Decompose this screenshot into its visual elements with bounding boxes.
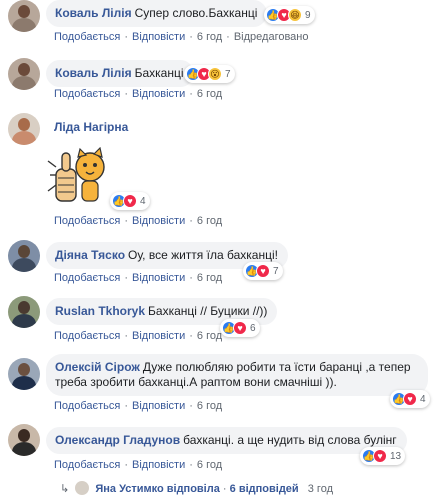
comment-time[interactable]: 6 год bbox=[197, 272, 222, 284]
view-replies[interactable]: ↳ Яна Устимко відповіла · 6 відповідей 3… bbox=[60, 481, 333, 495]
like-link[interactable]: Подобається bbox=[54, 330, 120, 342]
edited-label: Відредаговано bbox=[233, 31, 309, 43]
comment-bubble: Олексій Сірож Дуже полюбляю робити та їст… bbox=[46, 354, 428, 396]
comment-time[interactable]: 6 год bbox=[197, 88, 222, 100]
reactions-summary[interactable]: 👍 ♥ 4 bbox=[110, 192, 150, 210]
comment-author[interactable]: Коваль Лілія bbox=[55, 66, 132, 80]
reactions-summary[interactable]: 👍 ♥ 13 bbox=[360, 447, 406, 465]
reactions-summary[interactable]: 👍 ♥ 6 bbox=[220, 319, 260, 337]
avatar[interactable] bbox=[8, 240, 40, 272]
comment-time[interactable]: 6 год bbox=[197, 215, 222, 227]
thumbs-up-cat-sticker bbox=[47, 147, 105, 202]
reactions-summary[interactable]: 👍 ♥ 7 bbox=[243, 262, 283, 280]
comment-time[interactable]: 6 год bbox=[197, 330, 222, 342]
comment-time[interactable]: 6 год bbox=[197, 400, 222, 412]
like-link[interactable]: Подобається bbox=[54, 272, 120, 284]
love-reaction-icon: ♥ bbox=[403, 392, 417, 406]
reaction-count: 13 bbox=[390, 450, 402, 462]
reply-author-text[interactable]: Яна Устимко відповіла bbox=[95, 483, 220, 495]
avatar[interactable] bbox=[8, 424, 40, 456]
comment-time[interactable]: 6 год bbox=[197, 31, 222, 43]
reply-arrow-icon: ↳ bbox=[60, 483, 70, 495]
reply-count[interactable]: 6 відповідей bbox=[230, 483, 299, 495]
comment-author[interactable]: Діяна Тяско bbox=[55, 248, 125, 262]
reply-link[interactable]: Відповісти bbox=[132, 31, 185, 43]
comment-actions: Подобається · Відповісти · 6 год bbox=[54, 459, 223, 471]
comment-author[interactable]: Коваль Лілія bbox=[55, 6, 132, 20]
like-link[interactable]: Подобається bbox=[54, 88, 120, 100]
comment-author[interactable]: Олексій Сірож bbox=[55, 360, 140, 374]
comment-actions: Подобається · Відповісти · 6 год bbox=[54, 400, 223, 412]
like-link[interactable]: Подобається bbox=[54, 400, 120, 412]
like-link[interactable]: Подобається bbox=[54, 215, 120, 227]
reply-link[interactable]: Відповісти bbox=[132, 88, 185, 100]
avatar[interactable] bbox=[8, 0, 40, 32]
reply-time: 3 год bbox=[307, 483, 333, 495]
comment-actions: Подобається · Відповісти · 6 год bbox=[54, 272, 223, 284]
love-reaction-icon: ♥ bbox=[233, 321, 247, 335]
comment-bubble: Олександр Гладунов бахканці. а ще нудить … bbox=[46, 427, 407, 454]
comment-actions: Подобається · Відповісти · 6 год bbox=[54, 88, 223, 100]
like-link[interactable]: Подобається bbox=[54, 31, 120, 43]
reply-link[interactable]: Відповісти bbox=[132, 272, 185, 284]
avatar[interactable] bbox=[8, 358, 40, 390]
avatar[interactable] bbox=[8, 113, 40, 145]
comment-text: Супер слово.Бахканці bbox=[134, 6, 258, 20]
wow-reaction-icon: 😮 bbox=[208, 67, 222, 81]
comment-time[interactable]: 6 год bbox=[197, 459, 222, 471]
comment-actions: Подобається · Відповісти · 6 год bbox=[54, 330, 223, 342]
reactions-summary[interactable]: 👍 ♥ 4 bbox=[390, 390, 430, 408]
reaction-count: 6 bbox=[250, 322, 256, 334]
reaction-count: 4 bbox=[420, 393, 426, 405]
comment-text: Бахканці // Буцики //)) bbox=[148, 304, 268, 318]
reply-link[interactable]: Відповісти bbox=[132, 330, 185, 342]
avatar[interactable] bbox=[8, 296, 40, 328]
reactions-summary[interactable]: 👍 ♥ 😆 9 bbox=[264, 6, 315, 24]
reply-link[interactable]: Відповісти bbox=[132, 215, 185, 227]
haha-reaction-icon: 😆 bbox=[288, 8, 302, 22]
reaction-count: 9 bbox=[305, 9, 311, 21]
love-reaction-icon: ♥ bbox=[256, 264, 270, 278]
reply-link[interactable]: Відповісти bbox=[132, 400, 185, 412]
comment-text: бахканці. а ще нудить від слова булінг bbox=[183, 433, 397, 447]
love-reaction-icon: ♥ bbox=[373, 449, 387, 463]
reply-avatar bbox=[75, 481, 90, 495]
reaction-count: 7 bbox=[273, 265, 279, 277]
reactions-summary[interactable]: 👍 ♥ 😮 7 bbox=[184, 65, 235, 83]
comment-bubble: Коваль Лілія Бахканці bbox=[46, 60, 194, 87]
reply-link[interactable]: Відповісти bbox=[132, 459, 185, 471]
comment-author[interactable]: Ruslan Tkhoryk bbox=[55, 304, 145, 318]
comment-bubble: Коваль Лілія Супер слово.Бахканці bbox=[46, 0, 268, 27]
comment-actions: Подобається · Відповісти · 6 год bbox=[54, 215, 223, 227]
comment-author[interactable]: Ліда Нагірна bbox=[54, 120, 128, 134]
reaction-count: 7 bbox=[225, 68, 231, 80]
comment-text: Бахканці bbox=[134, 66, 184, 80]
love-reaction-icon: ♥ bbox=[123, 194, 137, 208]
avatar[interactable] bbox=[8, 58, 40, 90]
reaction-count: 4 bbox=[140, 195, 146, 207]
like-link[interactable]: Подобається bbox=[54, 459, 120, 471]
comment-author[interactable]: Олександр Гладунов bbox=[55, 433, 180, 447]
comment-actions: Подобається · Відповісти · 6 год · Відредагова… bbox=[54, 31, 309, 43]
comment-text: Оу, все життя їла бахканці! bbox=[128, 248, 278, 262]
